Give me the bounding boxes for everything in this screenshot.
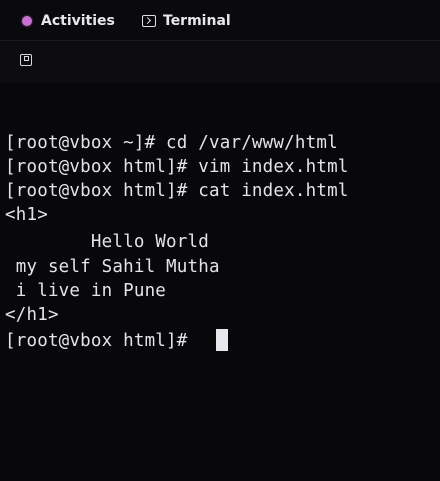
terminal-line: my self Sahil Mutha [5, 257, 220, 277]
new-tab-button[interactable] [15, 50, 37, 70]
terminal-headerbar [0, 41, 440, 79]
new-tab-icon [20, 54, 32, 66]
terminal-line: <h1> [5, 205, 48, 225]
terminal-prompt: [root@vbox html]# [5, 331, 199, 351]
terminal-line: [root@vbox html]# vim index.html [5, 157, 349, 177]
terminal-line: [root@vbox html]# cat index.html [5, 181, 349, 201]
terminal-line: [root@vbox ~]# cd /var/www/html [5, 133, 338, 153]
terminal-window: [root@vbox ~]# cd /var/www/html [root@vb… [0, 41, 440, 481]
activities-label: Activities [41, 13, 115, 29]
activities-button[interactable]: Activities [22, 10, 115, 32]
top-bar: Activities Terminal [0, 0, 440, 41]
terminal-line: </h1> [5, 305, 59, 325]
app-menu-label: Terminal [163, 13, 231, 29]
terminal-line: i live in Pune [5, 281, 167, 301]
activities-icon [22, 16, 32, 26]
app-menu-terminal[interactable]: Terminal [142, 10, 231, 32]
terminal-icon [142, 15, 156, 27]
terminal-output[interactable]: [root@vbox ~]# cd /var/www/html [root@vb… [0, 83, 440, 481]
text-cursor [216, 329, 228, 351]
terminal-line: Hello World [5, 232, 209, 252]
